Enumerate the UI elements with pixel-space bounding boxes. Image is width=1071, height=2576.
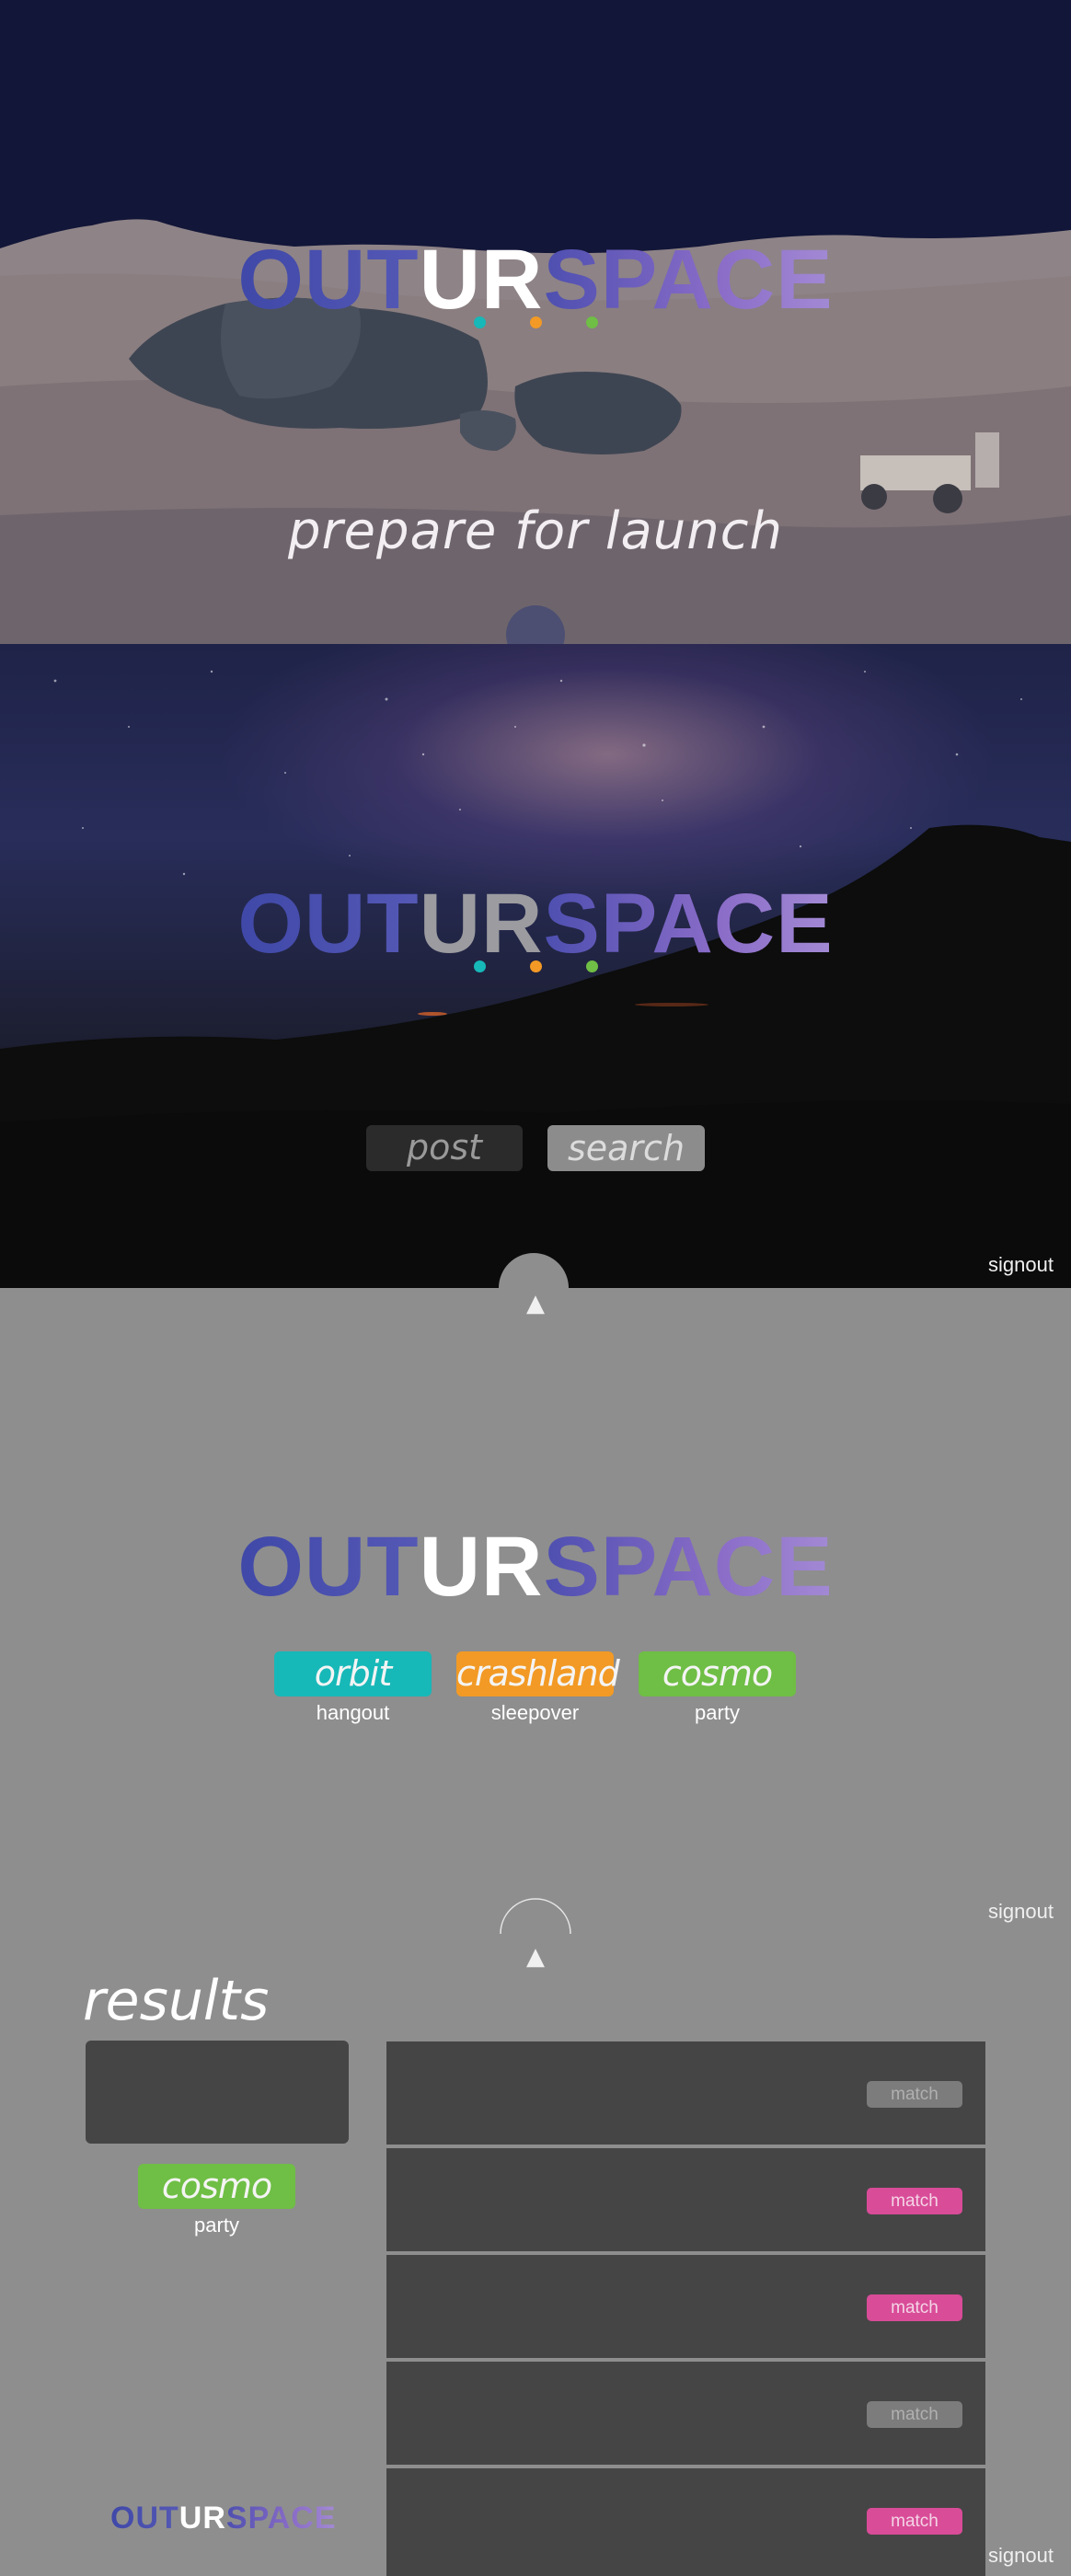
signout-link[interactable]: signout xyxy=(988,2544,1054,2568)
logo-dots xyxy=(0,315,1071,332)
logo-dots xyxy=(0,959,1071,976)
teal-dot xyxy=(473,960,486,972)
results-title: results xyxy=(83,1969,270,2033)
scroll-up-arc[interactable] xyxy=(497,1895,574,1936)
profile-card xyxy=(86,2041,349,2144)
post-button[interactable]: post xyxy=(366,1125,523,1171)
teal-dot xyxy=(473,316,486,328)
selected-category-button[interactable]: cosmo xyxy=(138,2164,295,2209)
footer-logo: OUTURSPACE xyxy=(110,2501,337,2536)
search-button[interactable]: search xyxy=(547,1125,705,1171)
match-button[interactable]: match xyxy=(867,2294,962,2321)
match-button[interactable]: match xyxy=(867,2401,962,2428)
match-button[interactable]: match xyxy=(867,2081,962,2108)
chevron-up-icon[interactable]: ▲ xyxy=(517,1943,554,1971)
orange-dot xyxy=(529,960,542,972)
category-cosmo-button[interactable]: cosmo xyxy=(639,1651,796,1696)
brand-logo: OUTURSPACE xyxy=(237,233,834,327)
brand-logo-categories: OUTURSPACE xyxy=(237,1520,834,1614)
category-orbit-button[interactable]: orbit xyxy=(274,1651,432,1696)
orange-dot xyxy=(529,316,542,328)
chevron-up-icon[interactable]: ▲ xyxy=(517,1290,554,1317)
hero-tagline: prepare for launch xyxy=(287,501,784,561)
selected-category-sub: party xyxy=(194,2214,239,2237)
category-cosmo-sub: party xyxy=(695,1701,740,1724)
launch-section: OUTURSPACE post search signout xyxy=(0,644,1071,1288)
signout-link[interactable]: signout xyxy=(988,1253,1054,1277)
green-dot xyxy=(585,960,598,972)
category-crashland-sub: sleepover xyxy=(490,1701,580,1724)
signout-link[interactable]: signout xyxy=(988,1900,1054,1924)
brand-logo-secondary: OUTURSPACE xyxy=(237,877,834,971)
category-crashland-button[interactable]: crashland xyxy=(456,1651,620,1696)
hero-section: OUTURSPACE prepare for launch xyxy=(0,0,1071,644)
category-orbit-sub: hangout xyxy=(316,1701,390,1724)
green-dot xyxy=(585,316,598,328)
match-button[interactable]: match xyxy=(867,2508,962,2535)
match-button[interactable]: match xyxy=(867,2188,962,2214)
